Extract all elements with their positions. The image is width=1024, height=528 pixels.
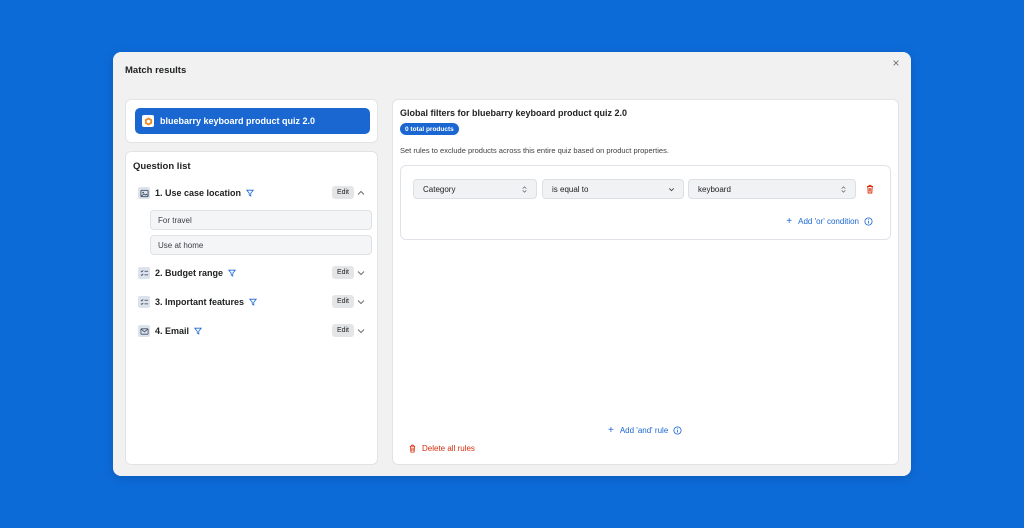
field-select[interactable]: Category — [413, 179, 537, 199]
edit-button[interactable]: Edit — [331, 266, 354, 279]
question-label: 3. Important features — [155, 297, 245, 307]
trash-icon[interactable] — [865, 184, 875, 194]
checklist-icon — [138, 296, 150, 308]
question-label: 2. Budget range — [155, 268, 224, 278]
value-select-value: keyboard — [698, 184, 731, 194]
filter-icon — [194, 327, 203, 335]
add-or-condition-button[interactable]: + Add 'or' condition — [786, 216, 873, 227]
delete-all-rules-button[interactable]: Delete all rules — [408, 444, 475, 453]
quiz-name: bluebarry keyboard product quiz 2.0 — [160, 116, 316, 126]
question-list: Question list 1. Use case location Edit … — [125, 151, 378, 465]
quiz-logo-icon — [142, 115, 154, 127]
match-results-modal: Match results × bluebarry keyboard produ… — [113, 52, 911, 476]
checklist-icon — [138, 267, 150, 279]
chevron-down-icon — [668, 188, 675, 192]
image-icon — [138, 187, 150, 199]
filter-icon — [228, 269, 237, 277]
filter-icon — [249, 298, 258, 306]
filter-icon — [246, 189, 255, 197]
question-list-title: Question list — [133, 161, 191, 172]
filters-description: Set rules to exclude products across thi… — [400, 146, 669, 155]
value-select[interactable]: keyboard — [688, 179, 856, 199]
operator-select-value: is equal to — [552, 184, 589, 194]
edit-button[interactable]: Edit — [331, 186, 354, 199]
question-row-4[interactable]: 4. Email Edit — [138, 322, 370, 340]
quiz-select-button[interactable]: bluebarry keyboard product quiz 2.0 — [135, 108, 370, 134]
operator-select[interactable]: is equal to — [542, 179, 684, 199]
delete-all-label: Delete all rules — [422, 444, 475, 453]
answer-option[interactable]: For travel — [150, 210, 372, 230]
info-icon[interactable] — [673, 426, 682, 435]
question-row-2[interactable]: 2. Budget range Edit — [138, 264, 370, 282]
chevron-up-icon[interactable] — [356, 188, 366, 198]
chevron-updown-icon — [841, 186, 846, 193]
add-and-label: Add 'and' rule — [619, 426, 669, 435]
rule-group: Category is equal to keyboard + Add 'or'… — [400, 165, 891, 240]
answer-option[interactable]: Use at home — [150, 235, 372, 255]
chevron-down-icon[interactable] — [356, 268, 366, 278]
product-count-badge: 0 total products — [400, 123, 459, 135]
edit-button[interactable]: Edit — [331, 295, 354, 308]
question-label: 4. Email — [155, 326, 190, 336]
modal-title: Match results — [125, 65, 187, 76]
question-label: 1. Use case location — [155, 188, 242, 198]
add-and-rule-button[interactable]: + Add 'and' rule — [608, 425, 682, 436]
info-icon[interactable] — [864, 217, 873, 226]
close-icon[interactable]: × — [889, 56, 903, 70]
question-row-1[interactable]: 1. Use case location Edit — [138, 184, 370, 202]
plus-icon: + — [608, 425, 614, 436]
edit-button[interactable]: Edit — [331, 324, 354, 337]
field-select-value: Category — [423, 184, 456, 194]
plus-icon: + — [786, 216, 793, 227]
question-row-3[interactable]: 3. Important features Edit — [138, 293, 370, 311]
quiz-card: bluebarry keyboard product quiz 2.0 — [125, 99, 378, 143]
trash-icon — [409, 444, 416, 453]
filters-title: Global filters for bluebarry keyboard pr… — [400, 108, 628, 118]
chevron-updown-icon — [522, 186, 527, 193]
add-or-label: Add 'or' condition — [798, 217, 859, 226]
mail-icon — [138, 325, 150, 337]
chevron-down-icon[interactable] — [356, 326, 366, 336]
chevron-down-icon[interactable] — [356, 297, 366, 307]
global-filters-panel: Global filters for bluebarry keyboard pr… — [392, 99, 899, 465]
